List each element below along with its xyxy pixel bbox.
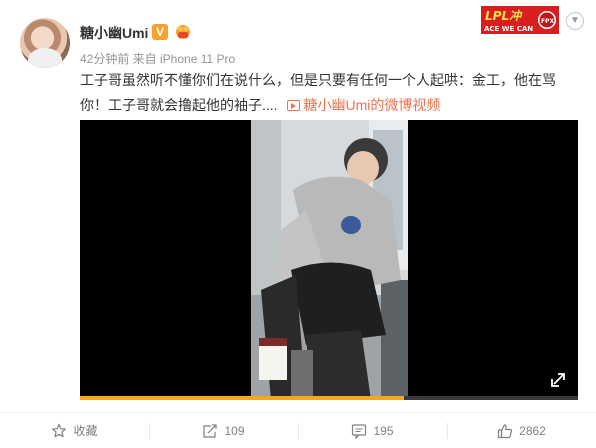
verified-icon: V [152, 24, 168, 40]
comment-icon [352, 423, 367, 439]
event-banner[interactable]: LPL冲 ACE WE CAN FPX [481, 6, 559, 34]
video-progress-bar[interactable] [80, 396, 578, 400]
action-bar: 收藏 109 195 2862 [0, 413, 596, 448]
fan-badge-icon[interactable] [174, 23, 192, 40]
banner-top-text: LPL冲 [485, 9, 523, 23]
video-player[interactable] [80, 120, 578, 400]
comment-count: 195 [373, 423, 394, 438]
repost-count: 109 [224, 423, 245, 438]
post-text: 工子哥虽然听不懂你们在说什么，但是只要有任何一个人起哄：金工，他在骂你！工子哥就… [80, 68, 580, 118]
post-meta: 42分钟前 来自 iPhone 11 Pro [80, 52, 236, 66]
comment-button[interactable]: 195 [298, 413, 447, 448]
repost-button[interactable]: 109 [149, 413, 298, 448]
banner-logo-text: FPX [541, 18, 554, 25]
username[interactable]: 糖小幽Umi [80, 23, 148, 43]
chevron-down-icon[interactable]: ▼ [566, 12, 584, 30]
banner-bottom-text: ACE WE CAN [484, 25, 533, 33]
repost-icon [203, 423, 218, 438]
fullscreen-icon[interactable] [550, 370, 568, 388]
weibo-post-card: 糖小幽Umi V 42分钟前 来自 iPhone 11 Pro LPL冲 ACE… [0, 0, 596, 448]
video-progress-fill [80, 396, 404, 400]
collect-label: 收藏 [73, 424, 98, 438]
video-icon [287, 100, 301, 111]
video-link[interactable]: 糖小幽Umi的微博视频 [303, 97, 440, 113]
avatar[interactable] [20, 18, 70, 68]
collect-icon [52, 423, 67, 437]
collect-button[interactable]: 收藏 [0, 413, 149, 448]
like-button[interactable]: 2862 [447, 413, 596, 448]
like-icon [498, 423, 513, 438]
video-scene [251, 120, 408, 400]
like-count: 2862 [519, 423, 546, 438]
video-frame [251, 120, 408, 400]
